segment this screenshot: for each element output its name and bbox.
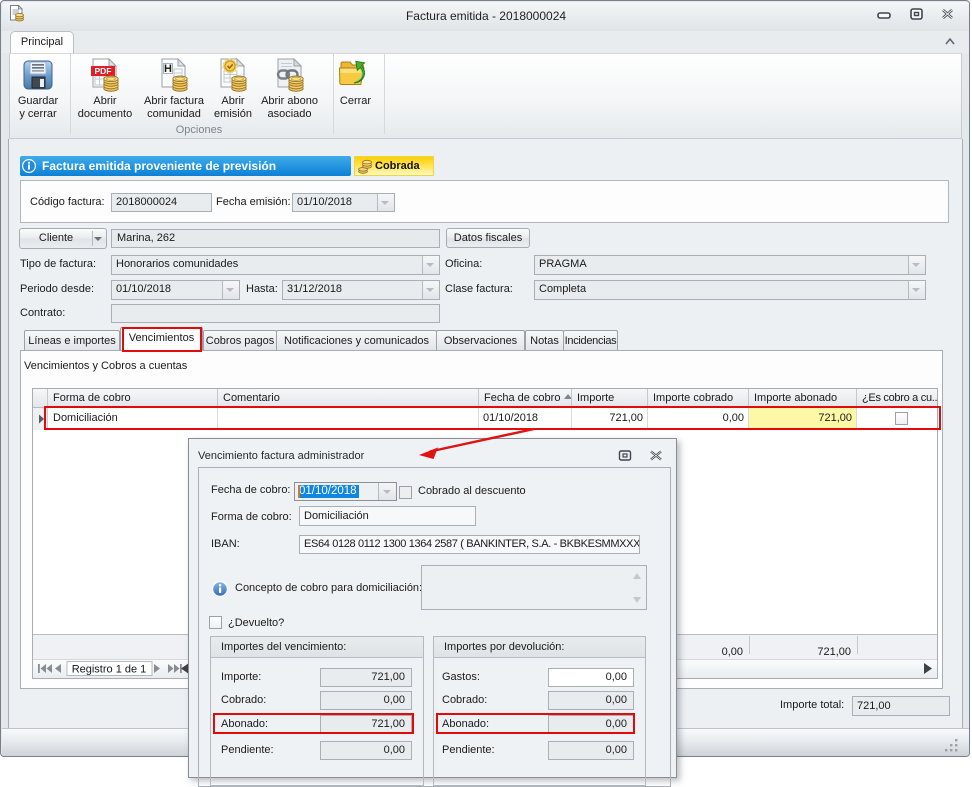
svg-text:Registro 1 de 1: Registro 1 de 1 [72, 664, 147, 676]
svg-text:H: H [164, 63, 172, 75]
svg-text:PDF: PDF [95, 66, 112, 76]
